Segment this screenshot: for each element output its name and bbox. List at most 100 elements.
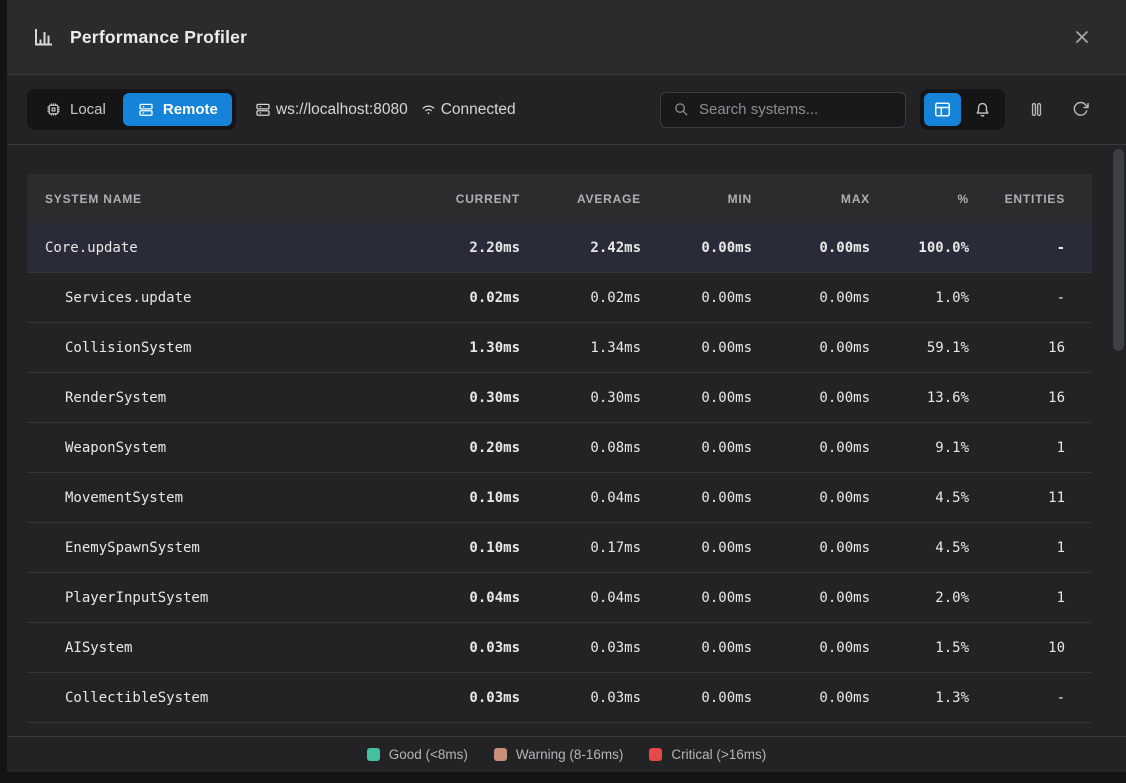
max-cell: 0.00ms (752, 590, 870, 606)
legend-label: Good (<8ms) (389, 747, 468, 762)
average-cell: 2.42ms (520, 240, 641, 256)
table-row[interactable]: Services.update 0.02ms 0.02ms 0.00ms 0.0… (27, 273, 1092, 323)
min-cell: 0.00ms (641, 490, 752, 506)
connection-status: Connected (420, 101, 516, 119)
legend-item: Good (<8ms) (367, 747, 468, 762)
table-row[interactable]: WeaponSystem 0.20ms 0.08ms 0.00ms 0.00ms… (27, 423, 1092, 473)
average-cell: 0.04ms (520, 590, 641, 606)
max-cell: 0.00ms (752, 290, 870, 306)
entities-cell: 10 (969, 640, 1065, 656)
current-cell: 0.02ms (400, 290, 520, 306)
max-cell: 0.00ms (752, 240, 870, 256)
max-cell: 0.00ms (752, 440, 870, 456)
entities-cell: 16 (969, 390, 1065, 406)
entities-cell: - (969, 290, 1065, 306)
column-entities: ENTITIES (969, 192, 1065, 206)
search-input[interactable] (699, 101, 893, 118)
max-cell: 0.00ms (752, 340, 870, 356)
percent-cell: 1.0% (870, 290, 969, 306)
current-cell: 0.03ms (400, 640, 520, 656)
status-legend: Good (<8ms) Warning (8-16ms) Critical (>… (367, 747, 767, 762)
average-cell: 0.02ms (520, 290, 641, 306)
system-name-cell: AISystem (45, 640, 400, 656)
current-cell: 1.30ms (400, 340, 520, 356)
bar-chart-icon (32, 26, 54, 48)
percent-cell: 59.1% (870, 340, 969, 356)
entities-cell: 1 (969, 590, 1065, 606)
entities-cell: - (969, 690, 1065, 706)
pause-button[interactable] (1023, 95, 1049, 125)
mode-toggle-group: Local Remote (27, 89, 236, 130)
min-cell: 0.00ms (641, 640, 752, 656)
system-name-cell: PlayerInputSystem (45, 590, 400, 606)
system-name-cell: Core.update (45, 240, 400, 256)
system-name-cell: CollectibleSystem (45, 690, 400, 706)
legend-swatch (367, 748, 380, 761)
table-view-button[interactable] (924, 93, 961, 126)
table-row[interactable]: MovementSystem 0.10ms 0.04ms 0.00ms 0.00… (27, 473, 1092, 523)
system-name-cell: EnemySpawnSystem (45, 540, 400, 556)
legend-item: Critical (>16ms) (649, 747, 766, 762)
page-title: Performance Profiler (70, 27, 247, 48)
refresh-button[interactable] (1067, 95, 1093, 125)
current-cell: 0.10ms (400, 540, 520, 556)
local-mode-button[interactable]: Local (31, 93, 120, 126)
percent-cell: 9.1% (870, 440, 969, 456)
max-cell: 0.00ms (752, 490, 870, 506)
entities-cell: - (969, 240, 1065, 256)
table-row[interactable]: CollisionSystem 1.30ms 1.34ms 0.00ms 0.0… (27, 323, 1092, 373)
column-min: MIN (641, 192, 752, 206)
table-row[interactable]: RenderSystem 0.30ms 0.30ms 0.00ms 0.00ms… (27, 373, 1092, 423)
refresh-icon (1071, 100, 1090, 119)
average-cell: 0.08ms (520, 440, 641, 456)
average-cell: 0.03ms (520, 690, 641, 706)
current-cell: 0.30ms (400, 390, 520, 406)
table-row[interactable]: AISystem 0.03ms 0.03ms 0.00ms 0.00ms 1.5… (27, 623, 1092, 673)
table-row[interactable]: Core.update 2.20ms 2.42ms 0.00ms 0.00ms … (27, 223, 1092, 273)
average-cell: 0.04ms (520, 490, 641, 506)
current-cell: 2.20ms (400, 240, 520, 256)
legend-swatch (494, 748, 507, 761)
column-system-name: SYSTEM NAME (45, 192, 400, 206)
entities-cell: 11 (969, 490, 1065, 506)
entities-cell: 1 (969, 440, 1065, 456)
alerts-button[interactable] (964, 93, 1001, 126)
current-cell: 0.20ms (400, 440, 520, 456)
table-row[interactable]: EnemySpawnSystem 0.10ms 0.17ms 0.00ms 0.… (27, 523, 1092, 573)
table-row[interactable]: CollectibleSystem 0.03ms 0.03ms 0.00ms 0… (27, 673, 1092, 723)
percent-cell: 4.5% (870, 540, 969, 556)
system-name-cell: CollisionSystem (45, 340, 400, 356)
search-box[interactable] (660, 92, 906, 128)
table-row[interactable]: PlayerInputSystem 0.04ms 0.04ms 0.00ms 0… (27, 573, 1092, 623)
average-cell: 1.34ms (520, 340, 641, 356)
max-cell: 0.00ms (752, 390, 870, 406)
legend-label: Critical (>16ms) (671, 747, 766, 762)
current-cell: 0.03ms (400, 690, 520, 706)
server-icon (137, 101, 155, 119)
scrollbar-thumb[interactable] (1113, 149, 1124, 351)
average-cell: 0.17ms (520, 540, 641, 556)
average-cell: 0.03ms (520, 640, 641, 656)
view-toggle-group (920, 89, 1005, 130)
title-bar: Performance Profiler (7, 0, 1126, 75)
connection-status-label: Connected (441, 101, 516, 119)
system-name-cell: WeaponSystem (45, 440, 400, 456)
close-button[interactable] (1068, 23, 1096, 51)
min-cell: 0.00ms (641, 290, 752, 306)
legend-swatch (649, 748, 662, 761)
remote-mode-label: Remote (163, 101, 218, 118)
min-cell: 0.00ms (641, 240, 752, 256)
performance-profiler-window: Performance Profiler Local (7, 0, 1126, 772)
min-cell: 0.00ms (641, 590, 752, 606)
remote-mode-button[interactable]: Remote (123, 93, 232, 126)
bell-icon (973, 100, 992, 119)
entities-cell: 16 (969, 340, 1065, 356)
close-icon (1072, 27, 1092, 47)
system-name-cell: MovementSystem (45, 490, 400, 506)
entities-cell: 1 (969, 540, 1065, 556)
current-cell: 0.04ms (400, 590, 520, 606)
table-body: Core.update 2.20ms 2.42ms 0.00ms 0.00ms … (27, 223, 1092, 723)
max-cell: 0.00ms (752, 690, 870, 706)
connection-url: ws://localhost:8080 (254, 101, 408, 119)
percent-cell: 1.5% (870, 640, 969, 656)
